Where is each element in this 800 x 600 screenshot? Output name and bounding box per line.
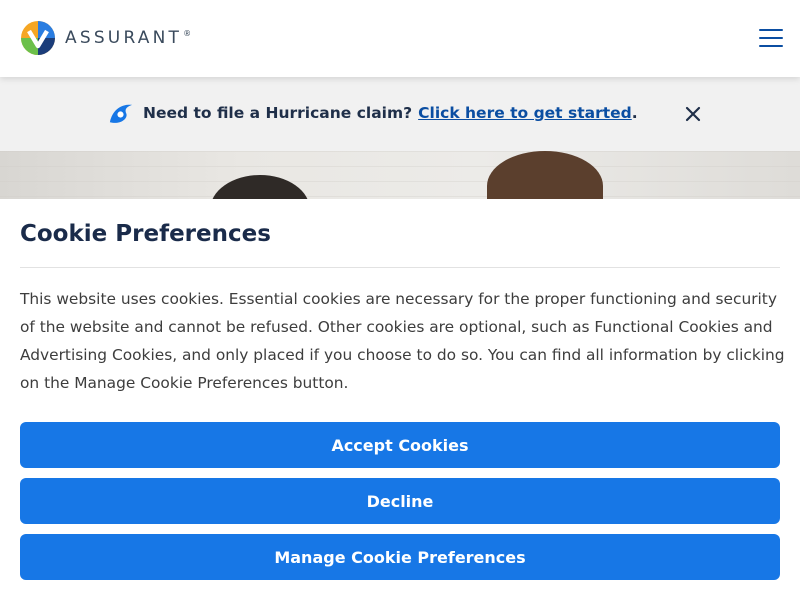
assurant-logo-icon [21, 21, 55, 55]
banner-message: Need to file a Hurricane claim? Click her… [143, 104, 638, 122]
cookie-description: This website uses cookies. Essential coo… [20, 290, 785, 392]
site-header: ASSURANT® [0, 0, 800, 77]
close-icon[interactable] [683, 104, 703, 124]
decline-cookies-button[interactable]: Decline [20, 478, 780, 524]
cookie-title: Cookie Preferences [20, 221, 271, 247]
claim-start-link[interactable]: Click here to get started [418, 104, 632, 122]
assurant-logo[interactable]: ASSURANT® [20, 20, 191, 56]
banner-period: . [631, 104, 638, 122]
brand-name: ASSURANT® [65, 28, 192, 48]
manage-cookie-preferences-button[interactable]: Manage Cookie Preferences [20, 534, 780, 580]
hamburger-menu-icon[interactable] [756, 24, 786, 52]
hurricane-icon [109, 104, 133, 123]
banner-question: Need to file a Hurricane claim? [143, 104, 413, 122]
accept-cookies-button[interactable]: Accept Cookies [20, 422, 780, 468]
cookie-divider [20, 267, 780, 268]
